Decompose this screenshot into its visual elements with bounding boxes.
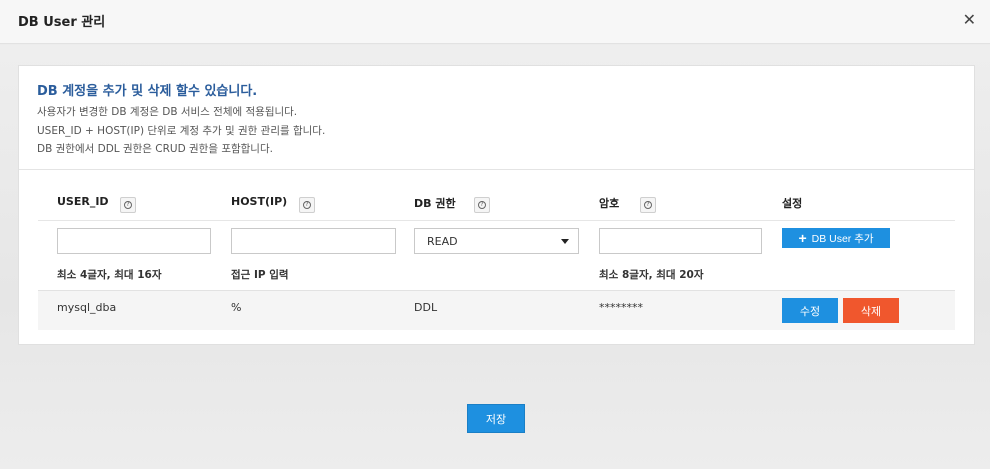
password-hint: 최소 8글자, 최대 20자: [599, 269, 704, 281]
info-line: DB 권한에서 DDL 권한은 CRUD 권한을 포함합니다.: [37, 143, 273, 155]
header-host: HOST(IP): [231, 195, 288, 208]
host-hint: 접근 IP 입력: [231, 269, 289, 281]
header-password: 암호: [599, 197, 620, 210]
info-panel: DB 계정을 추가 및 삭제 할수 있습니다. 사용자가 변경한 DB 계정은 …: [19, 66, 974, 170]
dialog-titlebar: DB User 관리 ✕: [0, 0, 990, 44]
info-line: 사용자가 변경한 DB 계정은 DB 서비스 전체에 적용됩니다.: [37, 106, 298, 118]
user-id-input[interactable]: [57, 228, 211, 254]
add-db-user-label: DB User 추가: [811, 232, 874, 245]
close-icon[interactable]: ✕: [963, 11, 976, 29]
delete-button[interactable]: 삭제: [843, 298, 899, 323]
help-icon[interactable]: ?: [474, 197, 490, 213]
help-icon[interactable]: ?: [299, 197, 315, 213]
user-id-hint: 최소 4글자, 최대 16자: [57, 269, 162, 281]
row-user-id: mysql_dba: [57, 301, 117, 314]
add-db-user-button[interactable]: + DB User 추가: [782, 228, 890, 248]
row-host: %: [231, 301, 242, 314]
dialog-title: DB User 관리: [18, 15, 106, 30]
row-privilege: DDL: [414, 301, 438, 314]
plus-icon: +: [798, 230, 807, 246]
header-divider: [38, 220, 955, 221]
save-button[interactable]: 저장: [468, 405, 524, 432]
host-input[interactable]: [231, 228, 396, 254]
header-privilege: DB 권한: [414, 197, 456, 210]
help-icon[interactable]: ?: [640, 197, 656, 213]
privilege-select[interactable]: READ: [414, 228, 579, 254]
chevron-down-icon: [561, 239, 569, 244]
edit-button[interactable]: 수정: [782, 298, 838, 323]
privilege-select-value: READ: [427, 235, 458, 248]
header-user-id: USER_ID: [57, 195, 109, 208]
help-icon[interactable]: ?: [120, 197, 136, 213]
info-title: DB 계정을 추가 및 삭제 할수 있습니다.: [37, 84, 258, 99]
info-line: USER_ID + HOST(IP) 단위로 계정 추가 및 권한 관리를 합니…: [37, 125, 326, 137]
password-input[interactable]: [599, 228, 762, 254]
row-password: ********: [599, 301, 643, 314]
header-settings: 설정: [782, 197, 803, 210]
